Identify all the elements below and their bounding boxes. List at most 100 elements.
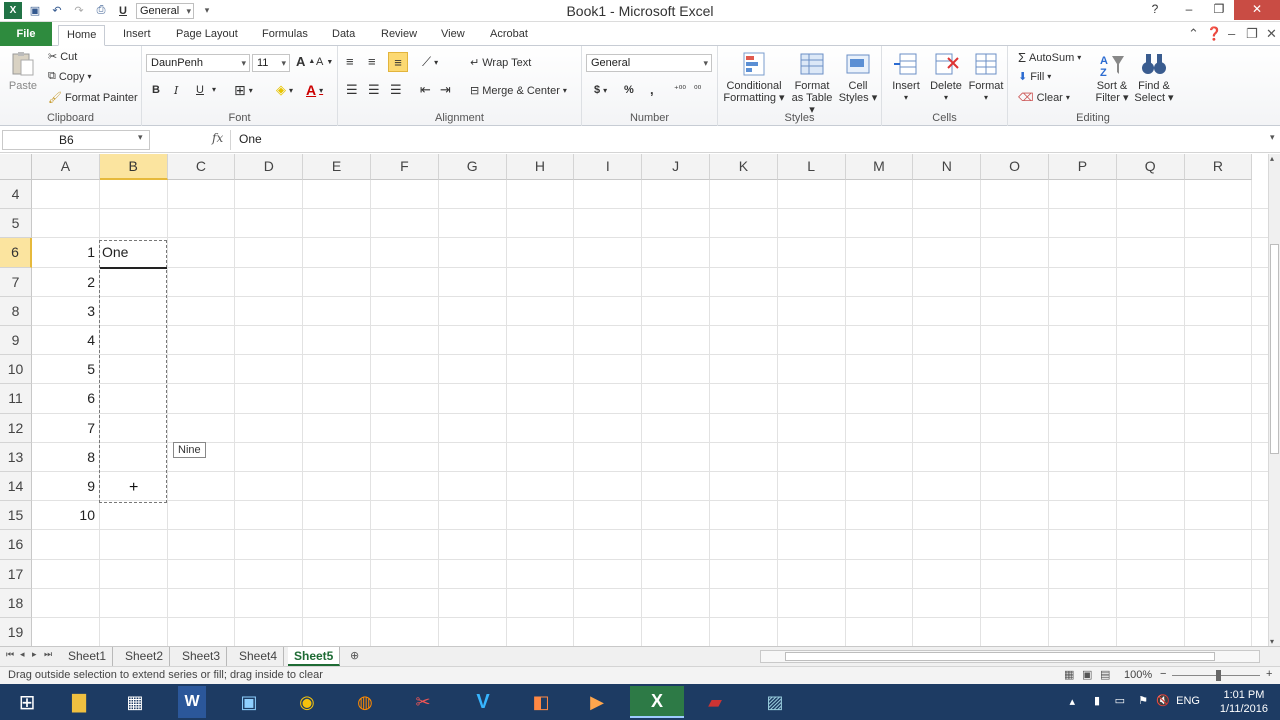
flag-icon[interactable]: ⚑	[1138, 694, 1148, 707]
next-sheet-icon[interactable]: ▸	[32, 649, 37, 660]
scroll-down-icon[interactable]: ▾	[1270, 637, 1274, 646]
font-family-select[interactable]: DaunPenh	[146, 54, 250, 72]
sheet-tab-5[interactable]: Sheet5	[288, 647, 341, 666]
new-sheet-icon[interactable]: ⊕	[350, 649, 359, 662]
column-header-p[interactable]: P	[1049, 154, 1117, 180]
align-right-icon[interactable]: ☰	[390, 82, 402, 98]
tab-insert[interactable]: Insert	[115, 25, 159, 46]
tab-file[interactable]: File	[0, 22, 52, 46]
align-bottom-icon[interactable]: ≡	[388, 52, 408, 72]
align-center-icon[interactable]: ☰	[368, 82, 380, 98]
row-header-17[interactable]: 17	[0, 559, 32, 589]
paste-button[interactable]: Paste	[4, 50, 42, 92]
worksheet-grid[interactable]: ABCDEFGHIJKLMNOPQR 4 5 6 7 8 9 10 11 12 13 14 15 16 1…	[0, 154, 1268, 646]
column-header-n[interactable]: N	[913, 154, 982, 180]
battery-icon[interactable]: ▭	[1115, 694, 1125, 707]
cell-a11[interactable]: 6	[32, 384, 95, 413]
cell-a14[interactable]: 9	[32, 472, 95, 501]
increase-indent-icon[interactable]: ⇥	[440, 82, 451, 98]
page-break-view-icon[interactable]: ▤	[1100, 668, 1110, 681]
column-header-f[interactable]: F	[371, 154, 439, 180]
start-windows-icon[interactable]: ⊞	[0, 686, 54, 718]
row-header-18[interactable]: 18	[0, 588, 32, 618]
sheet-tab-1[interactable]: Sheet1	[62, 647, 114, 666]
input-language[interactable]: ENG	[1176, 695, 1200, 707]
row-header-5[interactable]: 5	[0, 209, 32, 239]
column-header-c[interactable]: C	[167, 154, 236, 180]
format-painter-button[interactable]: 🖌 Format Painter	[48, 91, 138, 105]
column-header-m[interactable]: M	[845, 154, 914, 180]
help-circle-icon[interactable]: ❓	[1206, 26, 1222, 42]
row-header-9[interactable]: 9	[0, 326, 32, 356]
vertical-scroll-thumb[interactable]	[1270, 244, 1279, 454]
snipping-tool-icon[interactable]: ✂	[396, 686, 450, 718]
minimize-ribbon-icon[interactable]: ⌃	[1188, 26, 1199, 42]
underline-button[interactable]: U	[196, 84, 204, 96]
percent-button[interactable]: %	[624, 84, 634, 96]
tab-review[interactable]: Review	[373, 25, 425, 46]
font-color-icon[interactable]: A ▾	[306, 82, 323, 98]
column-header-b[interactable]: B	[99, 154, 168, 180]
align-top-icon[interactable]: ≡	[346, 54, 354, 69]
format-as-table-button[interactable]: Format as Table ▾	[788, 50, 836, 116]
column-header-h[interactable]: H	[506, 154, 575, 180]
expand-formula-bar-icon[interactable]: ▾	[1270, 132, 1275, 143]
underline-dropdown-icon[interactable]: ▾	[212, 85, 216, 94]
column-header-o[interactable]: O	[981, 154, 1049, 180]
cell-a6[interactable]: 1	[32, 238, 95, 267]
name-box[interactable]: B6	[2, 130, 150, 150]
cell-a7[interactable]: 2	[32, 268, 95, 297]
row-header-19[interactable]: 19	[0, 618, 32, 646]
conditional-formatting-button[interactable]: Conditional Formatting ▾	[722, 50, 786, 104]
column-header-j[interactable]: J	[642, 154, 710, 180]
orientation-icon[interactable]: ⟋ ▾	[422, 54, 438, 70]
sort-filter-button[interactable]: AZ Sort & Filter ▾	[1092, 50, 1132, 104]
row-header-15[interactable]: 15	[0, 501, 32, 531]
tray-expand-icon[interactable]: ▴	[1069, 695, 1075, 708]
zoom-in-icon[interactable]: +	[1266, 668, 1272, 680]
column-header-r[interactable]: R	[1184, 154, 1253, 180]
scroll-up-icon[interactable]: ▴	[1270, 154, 1274, 163]
tab-home[interactable]: Home	[58, 25, 106, 46]
help-icon[interactable]: ?	[1140, 0, 1170, 20]
last-sheet-icon[interactable]: ⏭	[44, 649, 52, 660]
delete-cells-button[interactable]: Delete ▾	[926, 50, 966, 104]
sheet-tab-3[interactable]: Sheet3	[176, 647, 228, 666]
name-box-dropdown-icon[interactable]: ▾	[138, 132, 143, 143]
decrease-decimal-icon[interactable]: ⁰⁰	[694, 84, 701, 95]
column-header-q[interactable]: Q	[1116, 154, 1185, 180]
paint-icon[interactable]: ▨	[748, 686, 802, 718]
doc-restore-icon[interactable]: ❐	[1246, 26, 1258, 42]
column-header-k[interactable]: K	[710, 154, 778, 180]
column-header-l[interactable]: L	[777, 154, 846, 180]
align-left-icon[interactable]: ☰	[346, 82, 358, 98]
volume-icon[interactable]: 🔇	[1156, 694, 1170, 707]
find-select-button[interactable]: Find & Select ▾	[1132, 50, 1176, 104]
chrome-icon[interactable]: ◉	[280, 686, 334, 718]
number-format-select[interactable]: General	[586, 54, 712, 72]
increase-decimal-icon[interactable]: ⁺⁰⁰	[674, 84, 686, 95]
row-header-14[interactable]: 14	[0, 472, 32, 502]
cell-a15[interactable]: 10	[32, 501, 95, 530]
file-explorer-icon[interactable]: ▇	[52, 686, 106, 718]
clear-button[interactable]: ⌫ Clear ▾	[1018, 91, 1070, 105]
cell-a13[interactable]: 8	[32, 443, 95, 472]
row-header-4[interactable]: 4	[0, 180, 32, 210]
clock[interactable]: 1:01 PM 1/11/2016	[1220, 688, 1268, 716]
autosum-button[interactable]: Σ AutoSum ▾	[1018, 50, 1081, 65]
cell-a12[interactable]: 7	[32, 414, 95, 443]
doc-close-icon[interactable]: ✕	[1266, 26, 1277, 42]
cell-a8[interactable]: 3	[32, 297, 95, 326]
cell-a9[interactable]: 4	[32, 326, 95, 355]
zoom-level[interactable]: 100%	[1124, 669, 1152, 681]
row-header-8[interactable]: 8	[0, 296, 32, 326]
borders-icon[interactable]: ⊞ ▾	[234, 82, 253, 99]
powerpoint-icon[interactable]: ◧	[514, 686, 568, 718]
currency-button[interactable]: $ ▾	[594, 84, 607, 96]
column-header-a[interactable]: A	[32, 154, 100, 180]
column-header-e[interactable]: E	[303, 154, 371, 180]
horizontal-scrollbar[interactable]	[760, 650, 1260, 663]
zoom-slider-thumb[interactable]	[1216, 670, 1221, 681]
bold-button[interactable]: B	[152, 84, 160, 96]
word-icon[interactable]: W	[178, 686, 206, 718]
